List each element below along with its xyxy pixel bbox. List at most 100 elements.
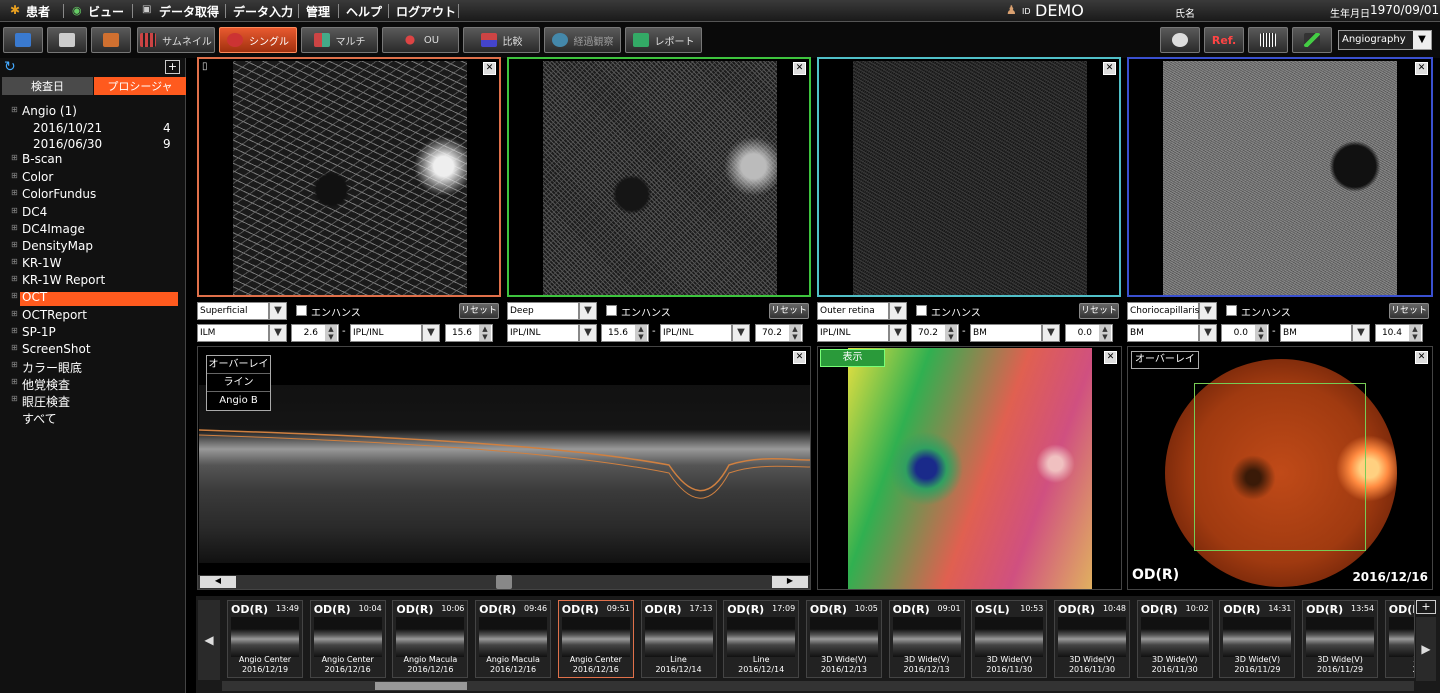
layer-select[interactable]: Choriocapillaris [1127, 302, 1199, 320]
enhance-checkbox[interactable] [606, 305, 617, 316]
lower-boundary-select[interactable]: IPL/INL [350, 324, 422, 342]
expand-tree-icon[interactable]: + [165, 60, 180, 74]
tree-item[interactable]: DC4Image [22, 222, 85, 236]
thumbnail-item[interactable]: OD(R) 10:48 3D Wide(V) 2016/11/30 [1054, 600, 1130, 678]
report-button[interactable]: レポート [625, 27, 702, 53]
upper-boundary-select[interactable]: ILM [197, 324, 269, 342]
thumbnail-item[interactable]: OD(R) 10:04 Angio Center 2016/12/16 [309, 600, 386, 678]
thumbnail-item[interactable]: OD(R) 17:13 Line 2016/12/14 [640, 600, 717, 678]
tree-expand-icon[interactable]: ⊞ [11, 257, 18, 266]
tree-item[interactable]: SP-1P [22, 325, 56, 339]
tree-expand-icon[interactable]: ⊞ [11, 377, 18, 386]
menu-patient[interactable]: 患者 [26, 3, 50, 20]
export-button[interactable] [91, 27, 131, 53]
thumbnail-item[interactable]: OD(R) 10:05 3D Wide(V) 2016/12/13 [805, 600, 882, 678]
tree-expand-icon[interactable]: ⊞ [11, 274, 18, 283]
tree-item[interactable]: すべて [22, 410, 57, 427]
angio-b-option[interactable]: Angio B [207, 392, 270, 410]
tree-item[interactable]: DC4 [22, 205, 47, 219]
angio-panel-deep[interactable]: ✕ [507, 57, 811, 297]
tree-date-item[interactable]: 2016/06/30 [33, 137, 102, 151]
tree-expand-icon[interactable]: ⊞ [11, 105, 18, 114]
reset-button[interactable]: リセット [1389, 303, 1429, 319]
scroll-thumb[interactable] [496, 575, 512, 589]
expand-icon[interactable]: ✕ [483, 62, 496, 75]
capture-button[interactable] [1160, 27, 1200, 53]
tree-expand-icon[interactable]: ⊞ [11, 206, 18, 215]
menu-capture[interactable]: データ取得 [159, 3, 219, 20]
enhance-checkbox[interactable] [1226, 305, 1237, 316]
menu-view[interactable]: ビュー [88, 3, 124, 20]
ou-button[interactable]: OU [382, 27, 459, 53]
thumbs-scrollbar[interactable] [222, 681, 1414, 691]
thumbnail-button[interactable]: サムネイル [137, 27, 215, 53]
chevron-down-icon[interactable]: ▼ [269, 302, 287, 320]
layer-select[interactable]: Superficial [197, 302, 269, 320]
tree-item[interactable]: ScreenShot [22, 342, 91, 356]
lower-boundary-select[interactable]: IPL/INL [660, 324, 732, 342]
chevron-down-icon[interactable]: ▼ [1352, 324, 1370, 342]
tree-item[interactable]: カラー眼底 [22, 359, 82, 376]
angio-panel-superficial[interactable]: ✕ ▯ [197, 57, 501, 297]
expand-icon[interactable]: ✕ [793, 62, 806, 75]
menu-help[interactable]: ヘルプ [346, 3, 382, 20]
thumbnail-item[interactable]: OD(R) 09:46 Angio Macula 2016/12/16 [475, 600, 552, 678]
spinner-icon[interactable]: ▲ ▼ [945, 325, 957, 341]
thumbs-prev-icon[interactable]: ◀ [198, 600, 220, 680]
tree-item[interactable]: 他覚検査 [22, 376, 70, 393]
lower-boundary-select[interactable]: BM [1280, 324, 1352, 342]
expand-icon[interactable]: ✕ [793, 351, 806, 364]
tab-procedure[interactable]: プロシージャ [94, 77, 186, 95]
tree-item[interactable]: KR-1W Report [22, 273, 105, 287]
thumbnail-item[interactable]: OD(R) 3D V 2016 [1384, 600, 1415, 678]
tree-expand-icon[interactable]: ⊞ [11, 291, 18, 300]
fundus-panel[interactable]: オーバーレイ ✕ OD(R) 2016/12/16 [1127, 346, 1433, 590]
thumbnail-item[interactable]: OD(R) 09:01 3D Wide(V) 2016/12/13 [888, 600, 965, 678]
tree-expand-icon[interactable]: ⊞ [11, 171, 18, 180]
refresh-icon[interactable]: ↻ [4, 59, 16, 75]
bscan-scrollbar[interactable]: ◀ ▶ [198, 575, 810, 589]
tree-expand-icon[interactable]: ⊞ [11, 309, 18, 318]
chevron-down-icon[interactable]: ▼ [579, 302, 597, 320]
chevron-down-icon[interactable]: ▼ [1199, 324, 1217, 342]
reset-button[interactable]: リセット [1079, 303, 1119, 319]
tree-item[interactable]: B-scan [22, 152, 62, 166]
spinner-icon[interactable]: ▲ ▼ [1409, 325, 1421, 341]
analysis-button[interactable] [1292, 27, 1332, 53]
thumbnail-item[interactable]: OD(R) 13:49 Angio Center 2016/12/19 [227, 600, 303, 678]
enhance-checkbox[interactable] [916, 305, 927, 316]
tree-expand-icon[interactable]: ⊞ [11, 223, 18, 232]
scroll-left-icon[interactable]: ◀ [200, 576, 236, 588]
layer-select[interactable]: Outer retina [817, 302, 889, 320]
upper-boundary-select[interactable]: BM [1127, 324, 1199, 342]
chevron-down-icon[interactable]: ▼ [579, 324, 597, 342]
tree-item[interactable]: OCT [22, 290, 47, 304]
chevron-down-icon[interactable]: ▼ [889, 302, 907, 320]
menu-logout[interactable]: ログアウト [396, 3, 456, 20]
tree-expand-icon[interactable]: ⊞ [11, 360, 18, 369]
thumbnail-item[interactable]: OD(R) 10:02 3D Wide(V) 2016/11/30 [1136, 600, 1213, 678]
angio-panel-outer-retina[interactable]: ✕ [817, 57, 1121, 297]
show-button[interactable]: 表示 [820, 349, 885, 367]
tree-expand-icon[interactable]: ⊞ [11, 343, 18, 352]
enhance-checkbox[interactable] [296, 305, 307, 316]
thumbnail-item[interactable]: OD(R) 14:31 3D Wide(V) 2016/11/29 [1219, 600, 1296, 678]
overlay-option[interactable]: オーバーレイ [207, 356, 270, 374]
spinner-icon[interactable]: ▲ ▼ [479, 325, 491, 341]
fundus-overlay-button[interactable]: オーバーレイ [1131, 351, 1199, 369]
tree-item[interactable]: OCTReport [22, 308, 87, 322]
thumbs-scroll-thumb[interactable] [375, 682, 467, 690]
tree-item[interactable]: DensityMap [22, 239, 93, 253]
print-button[interactable] [47, 27, 87, 53]
multi-button[interactable]: マルチ [301, 27, 378, 53]
mode-select[interactable]: Angiography ▼ [1338, 30, 1432, 50]
expand-icon[interactable]: ✕ [1415, 62, 1428, 75]
tree-expand-icon[interactable]: ⊞ [11, 326, 18, 335]
layer-select[interactable]: Deep [507, 302, 579, 320]
bscan-panel[interactable]: オーバーレイ ライン Angio B ✕ ◀ ▶ [197, 346, 811, 590]
tree-item[interactable]: KR-1W [22, 256, 62, 270]
tree-expand-icon[interactable]: ⊞ [11, 153, 18, 162]
followup-button[interactable]: 経過観察 [544, 27, 621, 53]
reset-button[interactable]: リセット [459, 303, 499, 319]
spinner-icon[interactable]: ▲ ▼ [789, 325, 801, 341]
